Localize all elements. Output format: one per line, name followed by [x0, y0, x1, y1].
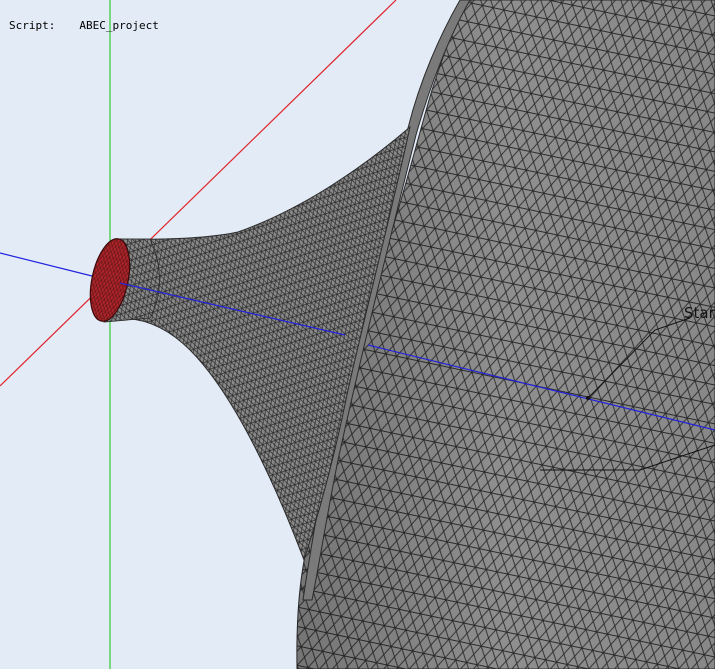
3d-viewport[interactable]	[0, 0, 715, 669]
script-label: Script:	[9, 19, 56, 32]
node-marker[interactable]	[586, 396, 590, 400]
node-label: Star	[684, 304, 715, 322]
script-name: ABEC_project	[79, 19, 159, 32]
script-info: Script: ABEC_project	[9, 19, 159, 32]
